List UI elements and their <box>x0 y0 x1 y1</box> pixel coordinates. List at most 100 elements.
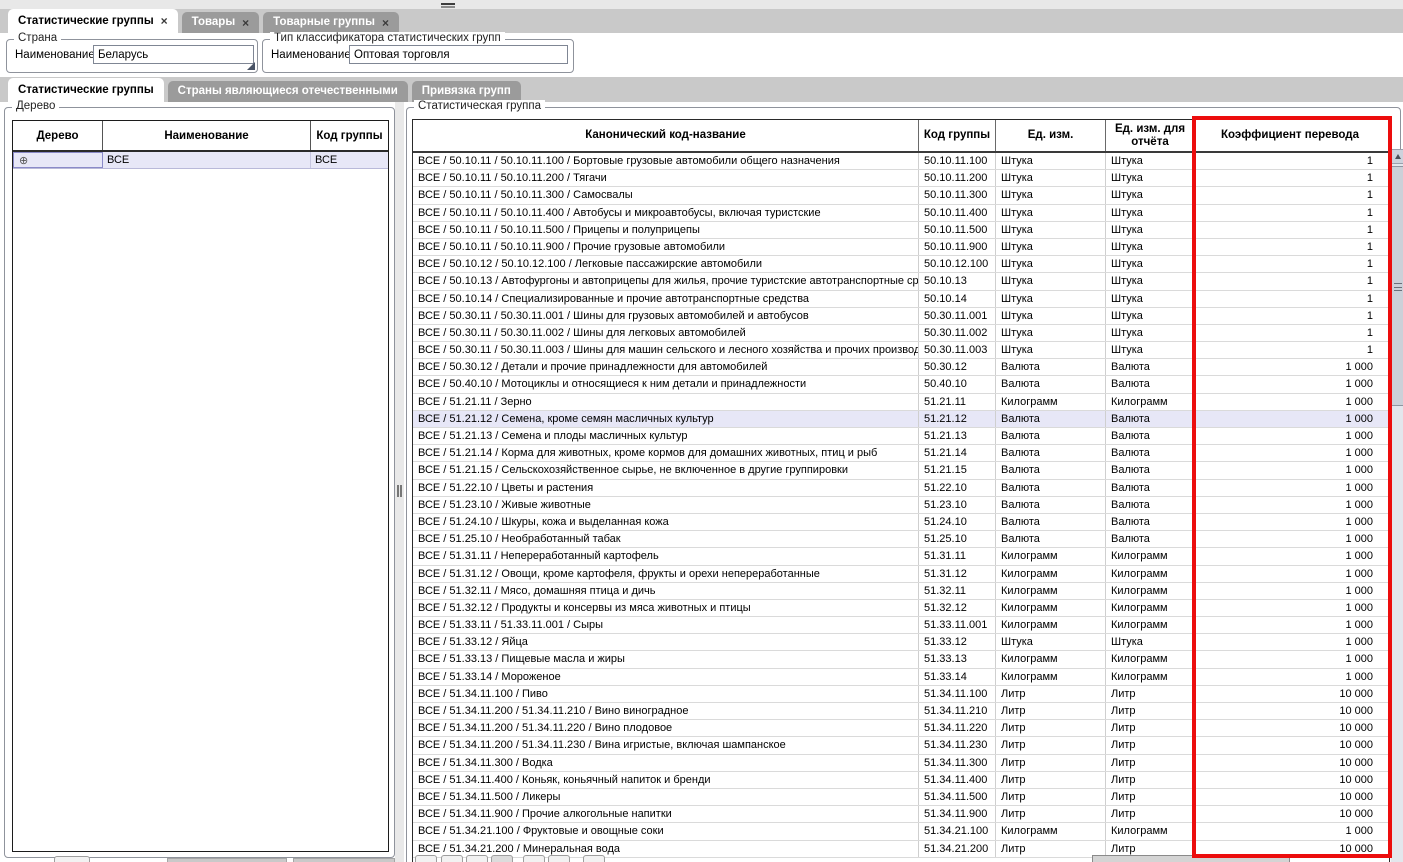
canonical-code-name-column-header[interactable]: Канонический код-название <box>413 120 919 151</box>
grid-row[interactable]: ВСЕ / 50.40.10 / Мотоциклы и относящиеся… <box>413 376 1389 393</box>
conversion-coefficient-column-header[interactable]: Коэффициент перевода <box>1195 120 1385 151</box>
grid-row[interactable]: ВСЕ / 50.10.12 / 50.10.12.100 / Легковые… <box>413 256 1389 273</box>
paging-next-button[interactable] <box>523 855 545 862</box>
grid-row[interactable]: ВСЕ / 50.10.13 / Автофургоны и автоприце… <box>413 273 1389 290</box>
grid-row[interactable]: ВСЕ / 51.34.11.200 / 51.34.11.220 / Вино… <box>413 720 1389 737</box>
grid-row[interactable]: ВСЕ / 51.34.11.100 / Пиво 51.34.11.100 Л… <box>413 686 1389 703</box>
inner-tab[interactable]: Статистические группы <box>8 78 164 102</box>
splitter-grip-icon[interactable] <box>397 485 402 497</box>
grid-row[interactable]: ВСЕ / 51.33.11 / 51.33.11.001 / Сыры 51.… <box>413 617 1389 634</box>
grid-row[interactable]: ВСЕ / 50.10.11 / 50.10.11.100 / Бортовые… <box>413 153 1389 170</box>
paging-first-button[interactable] <box>415 855 437 862</box>
close-icon[interactable]: × <box>242 17 249 29</box>
inner-tab[interactable]: Страны являющиеся отечественными <box>168 81 408 102</box>
grid-row[interactable]: ВСЕ / 51.34.11.200 / 51.34.11.230 / Вина… <box>413 737 1389 754</box>
cell-report-unit: Валюта <box>1106 445 1195 461</box>
grid-row[interactable]: ВСЕ / 51.21.14 / Корма для животных, кро… <box>413 445 1389 462</box>
panel-splitter[interactable] <box>395 102 404 862</box>
combo-trigger-icon[interactable] <box>247 62 255 70</box>
group-code-column-header[interactable]: Код группы <box>311 121 388 150</box>
paging-last-button[interactable] <box>548 855 570 862</box>
grid-row[interactable]: ВСЕ / 51.23.10 / Живые животные 51.23.10… <box>413 497 1389 514</box>
grid-row[interactable]: ВСЕ / 50.10.14 / Специализированные и пр… <box>413 291 1389 308</box>
grid-row[interactable]: ВСЕ / 51.21.15 / Сельскохозяйственное сы… <box>413 462 1389 479</box>
scrollbar-thumb[interactable] <box>1391 166 1403 406</box>
tree-toolbar-button[interactable] <box>54 856 90 862</box>
cell-report-unit: Штука <box>1106 153 1195 169</box>
cell-conversion-coefficient: 1 000 <box>1195 359 1385 375</box>
cell-conversion-coefficient: 1 000 <box>1195 634 1385 650</box>
name-column-header[interactable]: Наименование <box>103 121 311 150</box>
cell-unit: Литр <box>996 772 1106 788</box>
cell-report-unit: Валюта <box>1106 462 1195 478</box>
grid-row[interactable]: ВСЕ / 50.30.12 / Детали и прочие принадл… <box>413 359 1389 376</box>
paging-prev-button[interactable] <box>441 855 463 862</box>
cell-report-unit: Килограмм <box>1106 823 1195 839</box>
grid-row[interactable]: ВСЕ / 51.22.10 / Цветы и растения 51.22.… <box>413 480 1389 497</box>
cell-group-code: 51.34.11.500 <box>919 789 996 805</box>
document-tab[interactable]: Товары × <box>182 12 260 33</box>
unit-column-header[interactable]: Ед. изм. <box>996 120 1106 151</box>
grid-row[interactable]: ВСЕ / 50.10.11 / 50.10.11.300 / Самосвал… <box>413 187 1389 204</box>
refresh-button[interactable] <box>583 855 605 862</box>
grid-row[interactable]: ВСЕ / 50.10.11 / 50.10.11.200 / Тягачи 5… <box>413 170 1389 187</box>
grid-row[interactable]: ВСЕ / 51.25.10 / Необработанный табак 51… <box>413 531 1389 548</box>
grid-row[interactable]: ВСЕ / 50.10.11 / 50.10.11.500 / Прицепы … <box>413 222 1389 239</box>
grid-row[interactable]: ВСЕ / 51.32.12 / Продукты и консервы из … <box>413 600 1389 617</box>
cell-report-unit: Валюта <box>1106 514 1195 530</box>
grid-row[interactable]: ВСЕ / 51.21.13 / Семена и плоды масличны… <box>413 428 1389 445</box>
cell-unit: Литр <box>996 806 1106 822</box>
group-code-column-header[interactable]: Код группы <box>919 120 996 151</box>
grid-row[interactable]: ВСЕ / 50.10.11 / 50.10.11.400 / Автобусы… <box>413 205 1389 222</box>
grid-row[interactable]: ВСЕ / 51.34.11.400 / Коньяк, коньячный н… <box>413 772 1389 789</box>
cell-unit: Литр <box>996 720 1106 736</box>
cell-conversion-coefficient: 1 000 <box>1195 445 1385 461</box>
grid-row[interactable]: ВСЕ / 51.24.10 / Шкуры, кожа и выделанна… <box>413 514 1389 531</box>
paging-button[interactable] <box>491 855 513 862</box>
grid-row[interactable]: ВСЕ / 50.10.11 / 50.10.11.900 / Прочие г… <box>413 239 1389 256</box>
paging-button[interactable] <box>466 855 488 862</box>
grid-vertical-scrollbar[interactable] <box>1390 149 1403 862</box>
grid-row[interactable]: ВСЕ / 51.34.21.100 / Фруктовые и овощные… <box>413 823 1389 840</box>
panel-collapse-handle-icon[interactable] <box>441 3 455 8</box>
grid-row[interactable]: ВСЕ / 50.30.11 / 50.30.11.001 / Шины для… <box>413 308 1389 325</box>
document-tab[interactable]: Статистические группы × <box>8 9 178 33</box>
close-icon[interactable]: × <box>161 15 168 27</box>
grid-row[interactable]: ВСЕ / 51.33.14 / Мороженое 51.33.14 Кило… <box>413 669 1389 686</box>
tab-label: Привязка групп <box>422 81 511 102</box>
grid-row[interactable]: ВСЕ / 50.30.11 / 50.30.11.002 / Шины для… <box>413 325 1389 342</box>
expand-icon[interactable]: ⊕ <box>18 155 28 167</box>
document-tab[interactable]: Товарные группы × <box>263 12 399 33</box>
tree-row[interactable]: ⊕ ВСЕ ВСЕ <box>13 152 388 169</box>
cell-conversion-coefficient: 10 000 <box>1195 737 1385 753</box>
tree-column-header[interactable]: Дерево <box>13 121 103 150</box>
close-icon[interactable]: × <box>382 17 389 29</box>
grid-row[interactable]: ВСЕ / 51.21.12 / Семена, кроме семян мас… <box>413 411 1389 428</box>
grid-row[interactable]: ВСЕ / 51.31.11 / Непереработанный картоф… <box>413 548 1389 565</box>
grid-row[interactable]: ВСЕ / 51.32.11 / Мясо, домашняя птица и … <box>413 583 1389 600</box>
cell-conversion-coefficient: 1 <box>1195 205 1385 221</box>
page-number-box[interactable] <box>1092 855 1290 862</box>
grid-row[interactable]: ВСЕ / 51.34.11.900 / Прочие алкогольные … <box>413 806 1389 823</box>
grid-row[interactable]: ВСЕ / 50.30.11 / 50.30.11.003 / Шины для… <box>413 342 1389 359</box>
grid-row[interactable]: ВСЕ / 51.33.12 / Яйца 51.33.12 Штука Шту… <box>413 634 1389 651</box>
classifier-name-input[interactable] <box>349 45 568 64</box>
country-name-input[interactable] <box>93 45 254 64</box>
grid-row[interactable]: ВСЕ / 51.21.11 / Зерно 51.21.11 Килограм… <box>413 394 1389 411</box>
tree-statusbar-segment <box>293 858 395 862</box>
grid-row[interactable]: ВСЕ / 51.34.11.300 / Водка 51.34.11.300 … <box>413 755 1389 772</box>
cell-unit: Валюта <box>996 411 1106 427</box>
grid-row[interactable]: ВСЕ / 51.34.11.500 / Ликеры 51.34.11.500… <box>413 789 1389 806</box>
scrollbar-up-button[interactable] <box>1391 149 1403 164</box>
cell-unit: Штука <box>996 239 1106 255</box>
tree-expander-cell[interactable]: ⊕ <box>13 152 103 168</box>
inner-tab[interactable]: Привязка групп <box>412 81 521 102</box>
report-unit-column-header[interactable]: Ед. изм. для отчёта <box>1106 120 1195 151</box>
grid-row[interactable]: ВСЕ / 51.34.11.200 / 51.34.11.210 / Вино… <box>413 703 1389 720</box>
grid-body: ВСЕ / 50.10.11 / 50.10.11.100 / Бортовые… <box>413 153 1389 858</box>
grid-row[interactable]: ВСЕ / 51.31.12 / Овощи, кроме картофеля,… <box>413 566 1389 583</box>
grid-row[interactable]: ВСЕ / 51.33.13 / Пищевые масла и жиры 51… <box>413 651 1389 668</box>
cell-conversion-coefficient: 10 000 <box>1195 789 1385 805</box>
cell-report-unit: Штука <box>1106 342 1195 358</box>
cell-report-unit: Валюта <box>1106 411 1195 427</box>
